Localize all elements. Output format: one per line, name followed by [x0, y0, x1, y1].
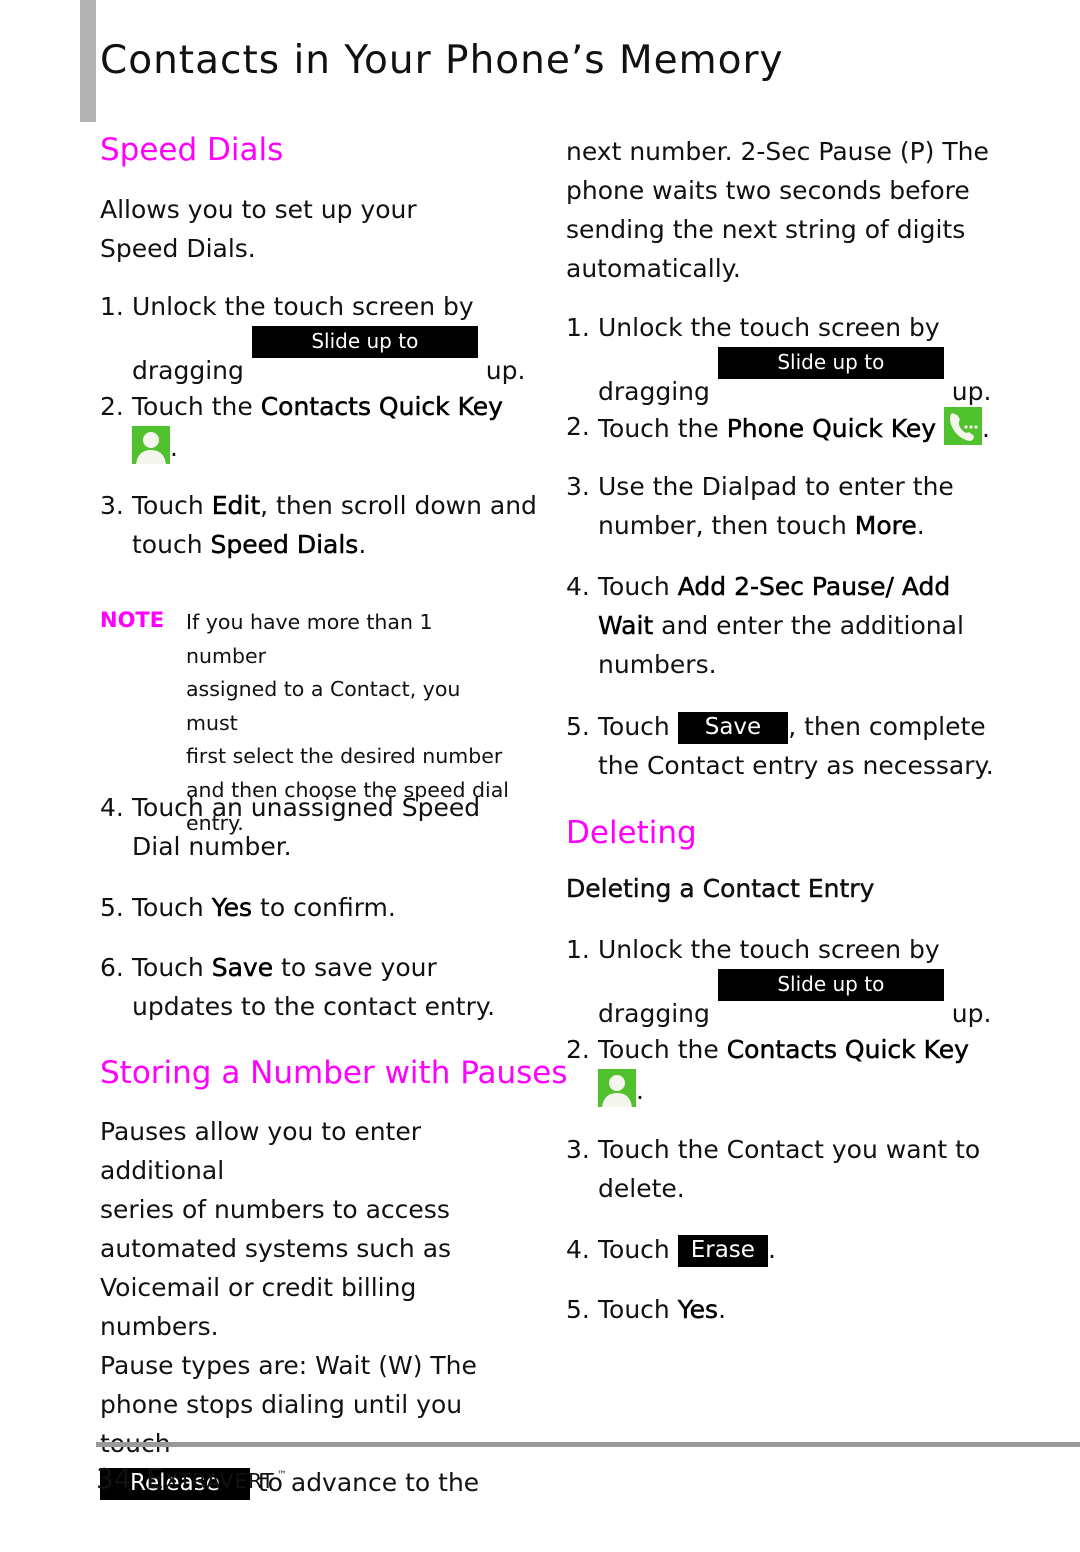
speed-dials-step-3: 3. Touch Edit, then scroll down and touc…	[100, 491, 537, 560]
slide-up-to-unlock-button[interactable]: Slide up to unlock	[717, 347, 944, 404]
deleting-step-4: 4. Touch Erase.	[566, 1230, 1018, 1269]
speed-dials-intro: Allows you to set up your Speed Dials.	[100, 195, 417, 263]
slide-up-to-unlock-button[interactable]: Slide up to unlock	[717, 969, 944, 1026]
deleting-heading: Deleting	[566, 815, 697, 851]
speed-dials-step-2: 2. Touch the Contacts Quick Key .	[100, 392, 503, 464]
speed-dials-step-6: 6. Touch Save to save your updates to th…	[100, 953, 496, 1021]
page-number: 34	[96, 1462, 132, 1495]
contacts-quick-key-icon[interactable]	[132, 426, 170, 464]
speed-dials-step-4: 4. Touch an unassigned Speed Dial number…	[100, 793, 481, 861]
pauses-step-5: 5. Touch Save, then complete the Contact…	[566, 712, 994, 780]
deleting-step-1: 1. Unlock the touch screen by dragging S…	[566, 935, 992, 1028]
deleting-step-3: 3. Touch the Contact you want to delete.	[566, 1135, 981, 1203]
page-title: Contacts in Your Phone’s Memory	[100, 38, 784, 83]
save-button[interactable]: Save	[677, 712, 789, 744]
pauses-continuation: next number. 2-Sec Pause (P) The phone w…	[566, 137, 989, 283]
chapter-marker-bar	[80, 0, 96, 122]
speed-dials-heading: Speed Dials	[100, 132, 284, 168]
deleting-subheading: Deleting a Contact Entry	[566, 874, 875, 903]
speed-dials-step-5: 5. Touch Yes to confirm.	[100, 893, 396, 923]
deleting-step-2: 2. Touch the Contacts Quick Key .	[566, 1035, 969, 1107]
pauses-step-3: 3. Use the Dialpad to enter the number, …	[566, 472, 954, 540]
pauses-step-4: 4. Touch Add 2-Sec Pause/ Add Wait and e…	[566, 572, 964, 679]
speed-dials-step-1: 1. Unlock the touch screen by dragging S…	[100, 292, 526, 385]
pauses-step-1: 1. Unlock the touch screen by dragging S…	[566, 313, 992, 406]
product-brand: EXTRAVERT ™	[146, 1462, 288, 1495]
pauses-step-2: 2. Touch the Phone Quick Key .	[566, 407, 1018, 448]
phone-quick-key-icon[interactable]	[944, 407, 982, 445]
contacts-quick-key-icon[interactable]	[598, 1069, 636, 1107]
footer-divider	[96, 1442, 1080, 1447]
slide-up-to-unlock-button[interactable]: Slide up to unlock	[251, 326, 478, 383]
deleting-step-5: 5. Touch Yes.	[566, 1295, 727, 1325]
erase-button[interactable]: Erase	[677, 1235, 768, 1267]
note-label: NOTE	[100, 608, 165, 632]
storing-pauses-heading: Storing a Number with Pauses	[100, 1055, 568, 1091]
